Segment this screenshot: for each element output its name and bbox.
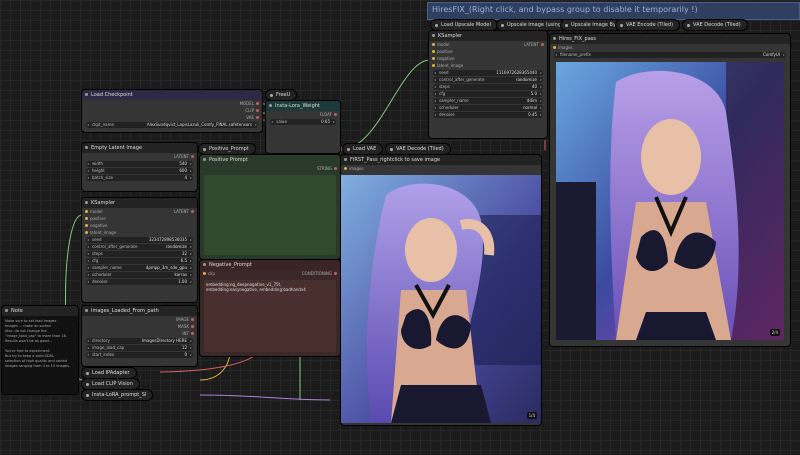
freeu-node[interactable]: FreeU (266, 90, 297, 100)
node-title: Load Checkpoint (82, 90, 262, 100)
ckpt-name-widget[interactable]: ckpt_nameAlexSundqvist_LapisLazuli_Comfy… (86, 122, 258, 128)
negative-prompt-node[interactable]: Negative_Prompt clip CONDITIONING embedd… (200, 260, 340, 356)
output-clip[interactable]: CLIP (82, 107, 262, 114)
steps-widget[interactable]: steps32 (86, 251, 193, 257)
vae-decode-tiled-node[interactable]: VAE Decode (Tiled) (386, 144, 450, 154)
upscale-image-node[interactable]: Upscale Image (using (497, 20, 568, 30)
control-after-generate-widget[interactable]: control_after_generaterandomize (86, 244, 193, 250)
input-positive[interactable]: positive (82, 215, 197, 222)
output-latent[interactable]: LATENT (429, 41, 547, 48)
hires-fix-pass-node[interactable]: Hires_FIX_pass images filename_prefixCom… (550, 34, 790, 346)
start-index-widget[interactable]: start_index0 (86, 352, 193, 358)
vae-encode-tiled-node[interactable]: VAE Encode (Tiled) (616, 20, 680, 30)
load-upscale-model-node[interactable]: Load Upscale Model (431, 20, 497, 30)
node-title: KSampler (429, 31, 547, 41)
node-title: FIRST_Pass_rightclick to save image (341, 155, 541, 165)
vae-decode-tiled-hires-node[interactable]: VAE Decode (Tiled) (683, 20, 747, 30)
sampler-name-widget[interactable]: sampler_nameddim (433, 98, 543, 104)
width-widget[interactable]: width540 (86, 161, 193, 167)
batch-size-widget[interactable]: batch_size4 (86, 175, 193, 181)
seed-widget[interactable]: seed323472898536035 (86, 237, 193, 243)
control-after-generate-widget[interactable]: control_after_generaterandomize (433, 77, 543, 83)
output-mask[interactable]: MASK (82, 323, 197, 330)
positive-prompt-textarea[interactable] (204, 175, 336, 255)
insta-lora-weight-node[interactable]: Insta-Lora_Weight FLOAT value0.65 (266, 101, 340, 153)
output-int[interactable]: INT (82, 330, 197, 337)
load-vae-node[interactable]: Load VAE (343, 144, 383, 154)
note-text: Make sure to set load images Images ... … (2, 316, 78, 372)
height-widget[interactable]: height600 (86, 168, 193, 174)
hires-image-art (556, 62, 784, 340)
directory-widget[interactable]: directoryImagesDirectory HERE (86, 338, 193, 344)
output-float[interactable]: FLOAT (266, 111, 340, 118)
note-node[interactable]: Note Make sure to set load images Images… (2, 306, 78, 394)
load-ipadapter-node[interactable]: Load IPAdapter (82, 368, 136, 378)
positive-prompt-collapsed-node[interactable]: Positive_Prompt (199, 144, 255, 154)
load-clip-vision-node[interactable]: Load CLIP Vision (82, 379, 139, 389)
output-conditioning[interactable]: CONDITIONING (200, 270, 340, 277)
first-pass-image-art (341, 175, 541, 423)
input-images[interactable]: images (550, 44, 790, 51)
cfg-widget[interactable]: cfg5.0 (433, 91, 543, 97)
negative-prompt-textarea[interactable]: embedding:ng_deepnegative_v1_75t, embedd… (204, 280, 336, 352)
input-latent-image[interactable]: latent_image (82, 229, 197, 236)
cfg-widget[interactable]: cfg6.5 (86, 258, 193, 264)
filename-prefix-widget[interactable]: filename_prefixComfyUI (554, 52, 786, 58)
node-title: Negative_Prompt (200, 260, 340, 270)
node-title: Note (2, 306, 78, 316)
insta-lora-prompt-node[interactable]: Insta-LoRA_prompt_SI (82, 390, 153, 400)
node-title: Positive Prompt (200, 155, 340, 165)
empty-latent-image-node[interactable]: Empty Latent Image LATENT width540 heigh… (82, 143, 197, 191)
seed-widget[interactable]: seed1116972628365440 (433, 70, 543, 76)
note-line: images ranging from 4 to 10 images. (5, 364, 71, 368)
output-latent[interactable]: LATENT (82, 153, 197, 160)
denoise-widget[interactable]: denoise0.45 (433, 112, 543, 118)
input-images[interactable]: images (341, 165, 541, 172)
node-title: KSampler (82, 198, 197, 208)
first-pass-node[interactable]: FIRST_Pass_rightclick to save image imag… (341, 155, 541, 425)
output-string[interactable]: STRING (200, 165, 340, 172)
upscale-image-by-node[interactable]: Upscale Image By (561, 20, 622, 30)
steps-widget[interactable]: steps40 (433, 84, 543, 90)
node-canvas[interactable]: HiresFIX_(Right click, and bypass group … (0, 0, 800, 455)
positive-prompt-node[interactable]: Positive Prompt STRING (200, 155, 340, 259)
scheduler-widget[interactable]: schedulerkarras (86, 272, 193, 278)
input-negative[interactable]: negative (429, 55, 547, 62)
hiresfix-group[interactable]: HiresFIX_(Right click, and bypass group … (427, 2, 800, 20)
node-title: Insta-Lora_Weight (266, 101, 340, 111)
group-title: HiresFIX_(Right click, and bypass group … (432, 5, 698, 14)
image-counter: 2/4 (769, 329, 780, 336)
images-loaded-from-path-node[interactable]: Images_Loaded_From_path IMAGE MASK INT d… (82, 306, 197, 366)
output-latent[interactable]: LATENT (82, 208, 197, 215)
output-model[interactable]: MODEL (82, 100, 262, 107)
first-pass-output-image[interactable]: 1/4 (341, 175, 541, 423)
ksampler-hires-node[interactable]: KSampler model LATENT positive negative … (429, 31, 547, 138)
sampler-name-widget[interactable]: sampler_namedpmpp_3m_sde_gpu (86, 265, 193, 271)
output-vae[interactable]: VAE (82, 114, 262, 121)
load-checkpoint-node[interactable]: Load Checkpoint MODEL CLIP VAE ckpt_name… (82, 90, 262, 132)
output-image[interactable]: IMAGE (82, 316, 197, 323)
scheduler-widget[interactable]: schedulernormal (433, 105, 543, 111)
input-latent-image[interactable]: latent_image (429, 62, 547, 69)
image-load-cap-widget[interactable]: image_load_cap12 (86, 345, 193, 351)
node-title: Images_Loaded_From_path (82, 306, 197, 316)
hires-output-image[interactable]: 2/4 (556, 62, 784, 340)
denoise-widget[interactable]: denoise1.00 (86, 279, 193, 285)
input-negative[interactable]: negative (82, 222, 197, 229)
negative-prompt-text: embedding:ng_deepnegative_v1_75t, embedd… (206, 282, 306, 292)
input-positive[interactable]: positive (429, 48, 547, 55)
value-widget[interactable]: value0.65 (270, 119, 336, 125)
node-title: Empty Latent Image (82, 143, 197, 153)
ksampler-node[interactable]: KSampler model LATENT positive negative … (82, 198, 197, 302)
image-counter: 1/4 (526, 412, 537, 419)
node-title: Hires_FIX_pass (550, 34, 790, 44)
